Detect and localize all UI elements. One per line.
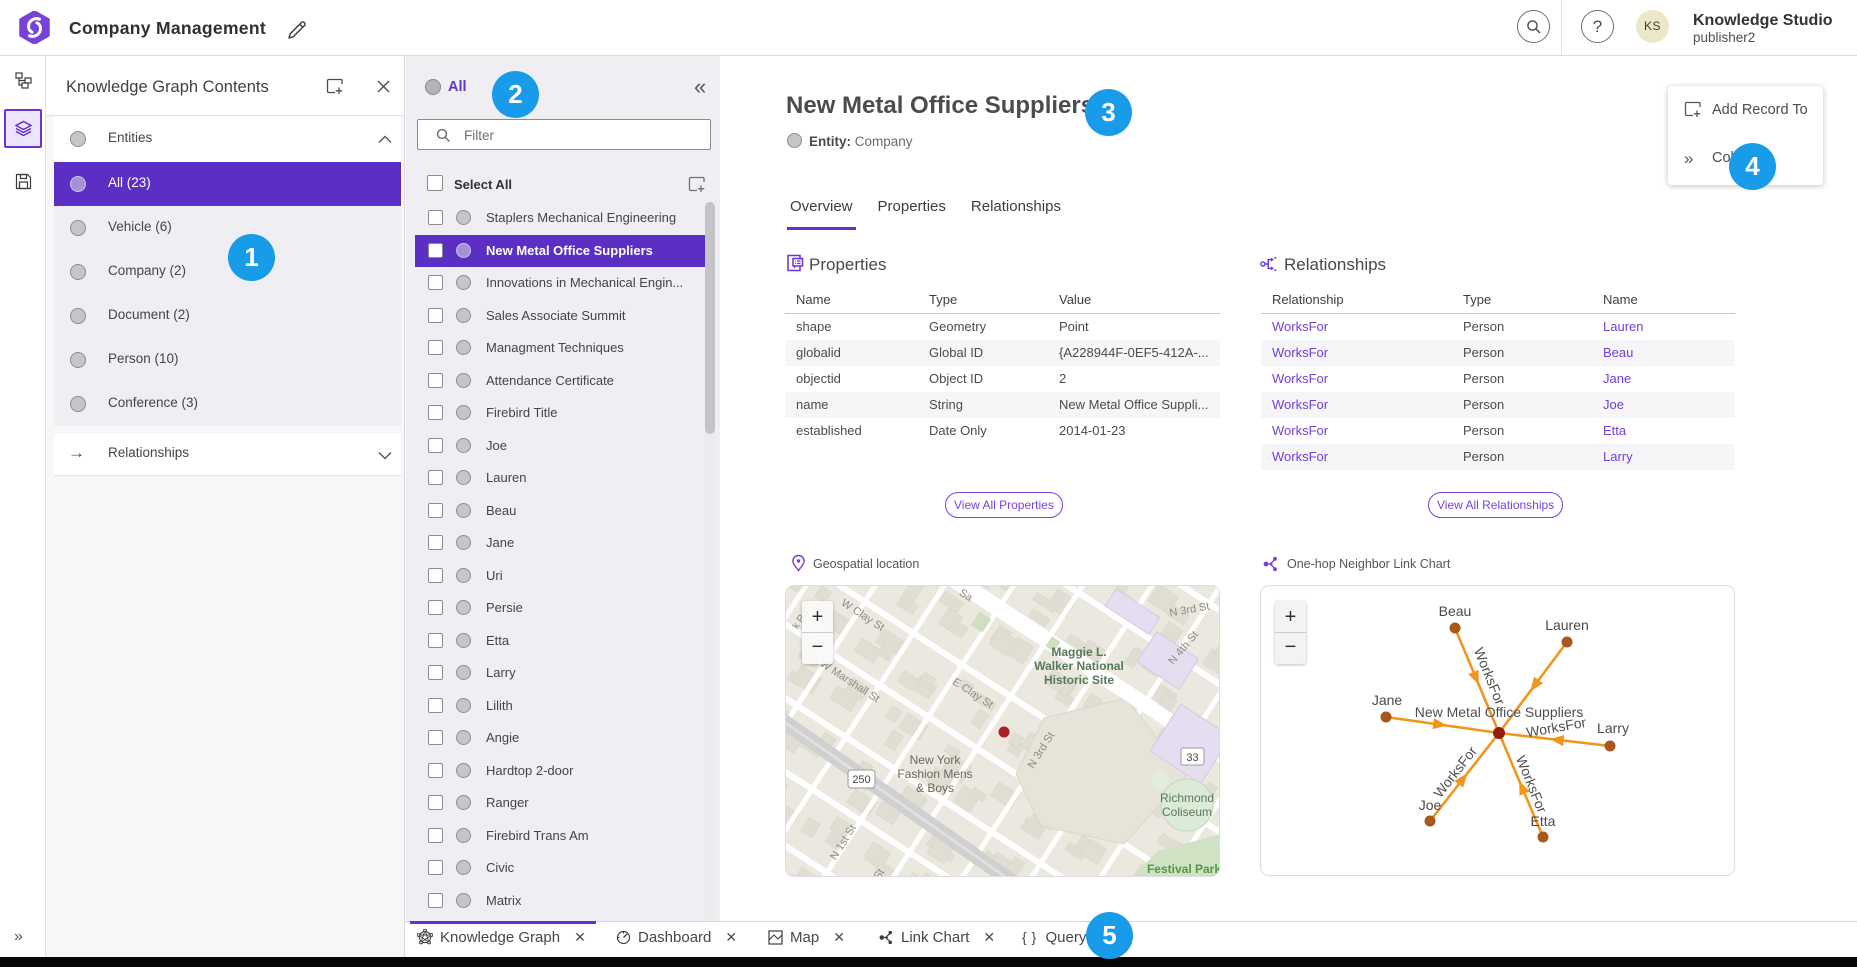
svg-text:Lauren: Lauren (1545, 617, 1589, 633)
svg-text:Etta: Etta (1531, 813, 1556, 829)
svg-text:33: 33 (1186, 752, 1198, 764)
svg-text:Jane: Jane (1372, 692, 1403, 708)
svg-text:Coliseum: Coliseum (1162, 805, 1212, 819)
svg-text:New York: New York (910, 753, 962, 767)
svg-text:Walker National: Walker National (1034, 659, 1124, 673)
svg-text:250: 250 (852, 774, 870, 786)
svg-text:Historic Site: Historic Site (1044, 673, 1114, 687)
svg-text:New Metal Office Suppliers: New Metal Office Suppliers (1415, 704, 1584, 720)
svg-text:Festival Park: Festival Park (1147, 862, 1220, 876)
svg-text:Beau: Beau (1439, 603, 1472, 619)
svg-text:Larry: Larry (1597, 720, 1629, 736)
svg-text:Joe: Joe (1419, 797, 1442, 813)
svg-text:WorksFor: WorksFor (1430, 743, 1480, 801)
svg-text:Richmond: Richmond (1160, 791, 1214, 805)
svg-text:Fashion Mens: Fashion Mens (897, 767, 972, 781)
svg-text:& Boys: & Boys (916, 781, 954, 795)
svg-text:WorksFor: WorksFor (1513, 753, 1551, 815)
svg-text:Maggie L.: Maggie L. (1051, 645, 1106, 659)
